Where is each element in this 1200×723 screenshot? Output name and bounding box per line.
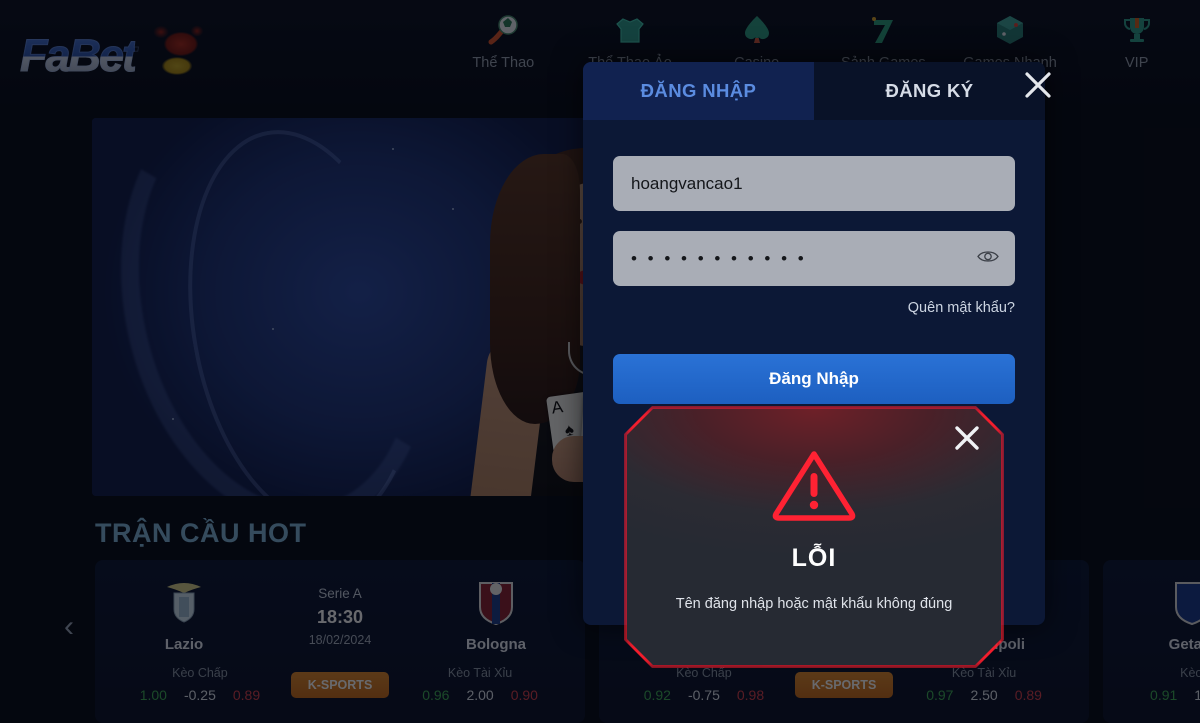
error-title: LỖI xyxy=(791,544,837,572)
login-submit-button[interactable]: Đăng Nhập xyxy=(613,354,1015,404)
username-input[interactable] xyxy=(631,173,997,194)
tab-dang-ky[interactable]: ĐĂNG KÝ xyxy=(814,62,1045,120)
warning-triangle-icon xyxy=(771,448,857,527)
tab-dang-nhap[interactable]: ĐĂNG NHẬP xyxy=(583,62,814,120)
username-field[interactable] xyxy=(613,156,1015,211)
error-dialog-close-button[interactable] xyxy=(952,423,982,458)
forgot-password-link[interactable]: Quên mật khẩu? xyxy=(613,300,1015,316)
close-icon xyxy=(955,426,979,450)
login-modal-close-button[interactable] xyxy=(1019,66,1057,104)
eye-icon[interactable] xyxy=(977,248,999,269)
close-icon xyxy=(1025,72,1051,98)
password-field[interactable]: • • • • • • • • • • • xyxy=(613,231,1015,286)
error-message: Tên đăng nhập hoặc mật khẩu không đúng xyxy=(675,596,953,612)
app-root: FaBet Thể Thao Thể Thao Ảo xyxy=(0,0,1200,723)
error-dialog: LỖI Tên đăng nhập hoặc mật khẩu không đú… xyxy=(624,406,1004,668)
auth-tabs: ĐĂNG NHẬP ĐĂNG KÝ xyxy=(583,62,1045,120)
password-masked-value: • • • • • • • • • • • xyxy=(631,248,807,268)
